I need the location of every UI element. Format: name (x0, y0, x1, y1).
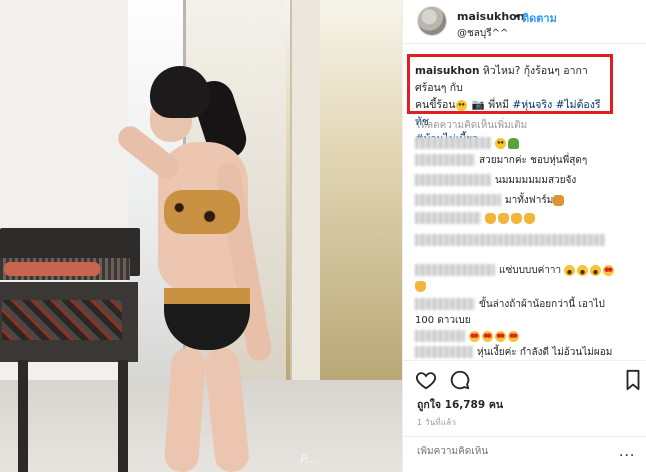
post-side-panel: maisukhon • ติดตาม @ชลบุรี^^ maisukhon ห… (402, 0, 646, 472)
clap-emoji-icon (498, 212, 509, 224)
heart-eyes-emoji-icon (508, 330, 519, 342)
comment-icon[interactable] (449, 369, 471, 391)
person-hair (150, 66, 210, 118)
comment-text: นมมมมมมมสวยจัง (495, 175, 577, 186)
comment-row (415, 278, 428, 295)
load-more-comments[interactable]: โหลดความคิดเห็นเพิ่มเติม (415, 118, 527, 133)
bookmark-icon[interactable] (625, 369, 641, 391)
avatar[interactable] (417, 6, 447, 36)
comment-row: หุ่นเงี้ยค่ะ กำลังดี ไม่อ้วนไม่ผอม (415, 344, 612, 361)
comment-row: มาทั้งฟาร์ม (415, 192, 566, 209)
comment-row: ...... (415, 232, 609, 249)
grill-coals (2, 300, 122, 340)
photo-person (113, 62, 288, 472)
person-leg-right (203, 346, 251, 472)
comment-row (415, 210, 537, 227)
photo-watermark: P... (300, 452, 318, 466)
photo-post (290, 0, 320, 380)
blurred-username (415, 154, 475, 166)
comment-text: หุ่นเงี้ยค่ะ กำลังดี ไม่อ้วนไม่ผอม (477, 347, 613, 358)
heart-icon[interactable] (415, 369, 437, 391)
likes-count[interactable]: ถูกใจ 16,789 คน (417, 396, 503, 413)
scream-emoji-icon (590, 264, 602, 276)
blurred-username (415, 194, 501, 206)
comment-row: แซ่บบบบค่าาา (415, 262, 616, 279)
hashtag-link[interactable]: #หุ่นจริง (512, 99, 552, 111)
post-timestamp: 1 วันที่แล้ว (417, 418, 457, 427)
grill-leg (18, 360, 28, 472)
comment-text: ขั้นล่างถ้าผ้าน้อยกว่านี้ เอาไป (479, 299, 605, 310)
more-options-button[interactable]: ... (619, 444, 635, 460)
comment-row-continued: 100 ดาวเบย (415, 312, 471, 329)
blurred-username (415, 346, 473, 358)
blurred-comment (415, 234, 605, 246)
clap-emoji-icon (485, 212, 496, 224)
caption-text-2a: คนขี้ร้อน (415, 99, 456, 111)
heart-eyes-emoji-icon (495, 330, 506, 342)
smile-emoji-icon (495, 137, 506, 149)
blurred-username (415, 212, 481, 224)
header-separator: • (514, 10, 521, 23)
comment-text: แซ่บบบบค่าาา (499, 265, 562, 276)
bikini-band (164, 288, 250, 304)
comment-row: ขั้นล่างถ้าผ้าน้อยกว่านี้ เอาไป (415, 296, 605, 313)
comment-row: นมมมมมมมสวยจัง (415, 172, 576, 189)
thumbs-up-emoji-icon (415, 280, 426, 292)
heart-eyes-emoji-icon (603, 264, 615, 276)
follow-button[interactable]: ติดตาม (522, 9, 557, 27)
scream-emoji-icon (577, 264, 589, 276)
blurred-username (415, 264, 495, 276)
comment-text: มาทั้งฟาร์ม (505, 195, 554, 206)
grin-emoji-icon (455, 99, 467, 111)
comment-text: 100 ดาวเบย (415, 315, 471, 326)
heart-eyes-emoji-icon (482, 330, 493, 342)
clap-emoji-icon (511, 212, 522, 224)
grill-leg (118, 360, 128, 472)
blurred-username (415, 298, 475, 310)
tiger-emoji-icon (553, 194, 565, 206)
post-header: maisukhon • ติดตาม @ชลบุรี^^ (403, 0, 646, 44)
post-actions (403, 360, 646, 396)
blurred-username (415, 174, 491, 186)
caption-username[interactable]: maisukhon (415, 65, 480, 77)
post-photo[interactable]: P... (0, 0, 402, 472)
caption-text-2b: 📷 พี่หมี (471, 99, 510, 111)
blurred-username (415, 137, 491, 149)
grill-food (4, 262, 100, 276)
caption-line-1: maisukhon หิวไหม? กุ้งร้อนๆ อากาศร้อนๆ ก… (415, 63, 611, 97)
location-link[interactable]: @ชลบุรี^^ (457, 26, 508, 41)
heart-eyes-emoji-icon (469, 330, 480, 342)
scream-emoji-icon (564, 264, 576, 276)
comment-row: สวยมากค่ะ ชอบหุ่นพี่สุดๆ (415, 152, 587, 169)
broccoli-emoji-icon (508, 137, 519, 149)
comment-row (415, 328, 521, 345)
blurred-username (415, 330, 465, 342)
bikini-top (164, 190, 240, 234)
comment-row (415, 135, 521, 152)
person-leg-left (163, 346, 207, 472)
add-comment-input[interactable] (417, 446, 617, 457)
comment-text: สวยมากค่ะ ชอบหุ่นพี่สุดๆ (479, 155, 588, 166)
clap-emoji-icon (524, 212, 535, 224)
